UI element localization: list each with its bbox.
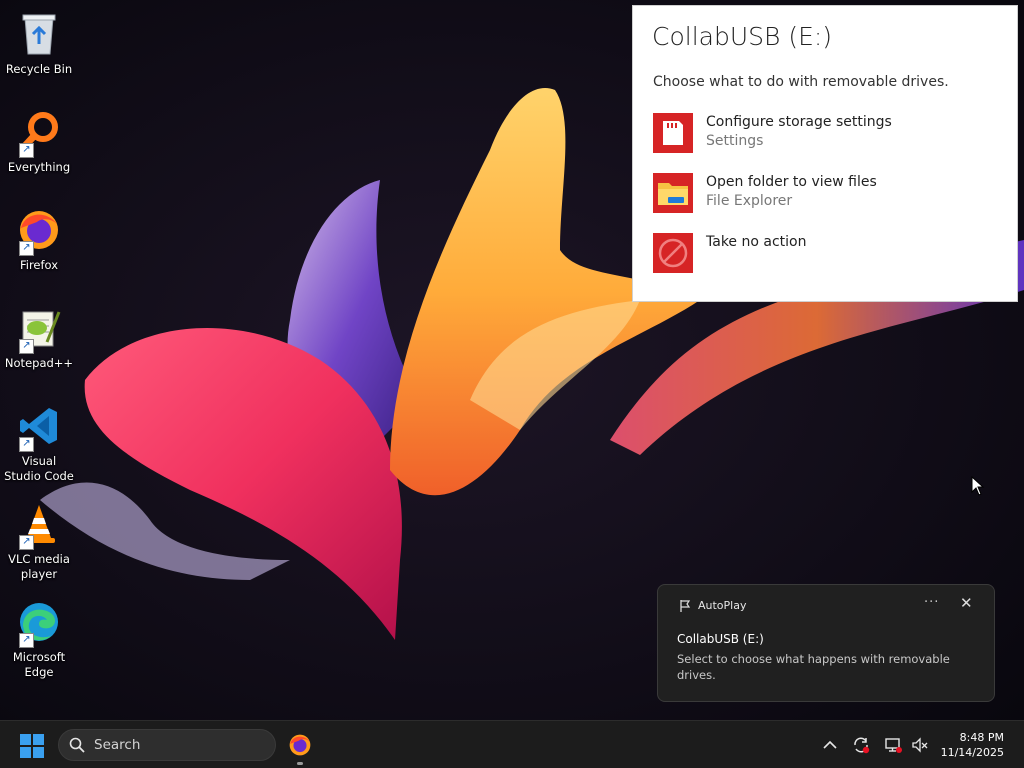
shortcut-arrow-icon: ↗ bbox=[19, 143, 34, 158]
edge-icon: ↗ bbox=[13, 596, 65, 648]
autoplay-flyout: CollabUSB (E:) Choose what to do with re… bbox=[632, 5, 1018, 302]
desktop-icon-label: Everything bbox=[7, 160, 71, 174]
flag-icon bbox=[680, 600, 691, 612]
desktop-icon-label: Recycle Bin bbox=[5, 62, 73, 76]
option-label: Configure storage settings bbox=[706, 114, 892, 130]
clock-date: 11/14/2025 bbox=[940, 746, 1004, 759]
vlc-cone-icon: ↗ bbox=[13, 498, 65, 550]
option-label: Open folder to view files bbox=[706, 174, 877, 190]
search-placeholder: Search bbox=[94, 737, 141, 753]
folder-icon bbox=[653, 173, 693, 213]
desktop-icon-vscode[interactable]: ↗ Visual Studio Code bbox=[4, 396, 74, 490]
toast-title: CollabUSB (E:) bbox=[677, 632, 764, 646]
toast-body: Select to choose what happens with remov… bbox=[677, 652, 950, 682]
sync-icon[interactable] bbox=[851, 735, 871, 755]
mouse-pointer-icon bbox=[971, 476, 985, 496]
desktop-icon-recycle-bin[interactable]: Recycle Bin bbox=[4, 4, 74, 98]
more-options-button[interactable]: ··· bbox=[924, 595, 939, 610]
everything-icon: ↗ bbox=[13, 106, 65, 158]
desktop-icon-label: VLC media player bbox=[8, 552, 70, 581]
desktop-icon-everything[interactable]: ↗ Everything bbox=[4, 102, 74, 196]
option-sublabel: File Explorer bbox=[706, 193, 793, 209]
volume-muted-icon[interactable] bbox=[910, 735, 930, 755]
desktop-icon-label: Firefox bbox=[19, 258, 59, 272]
taskbar-search-box[interactable]: Search bbox=[58, 729, 276, 761]
desktop-icon-label: Visual Studio Code bbox=[4, 454, 74, 483]
network-icon[interactable] bbox=[883, 735, 903, 755]
desktop-icon-label: Notepad++ bbox=[4, 356, 74, 370]
autoplay-toast[interactable]: AutoPlay ··· ✕ CollabUSB (E:) Select to … bbox=[657, 584, 995, 702]
notepad-plus-plus-icon: ↗ bbox=[13, 302, 65, 354]
taskbar-clock[interactable]: 8:48 PM 11/14/2025 bbox=[941, 730, 1004, 760]
desktop-icon-vlc[interactable]: ↗ VLC media player bbox=[4, 494, 74, 588]
recycle-bin-icon bbox=[13, 8, 65, 60]
search-icon bbox=[69, 737, 85, 753]
start-button[interactable] bbox=[20, 734, 44, 758]
taskbar-firefox-icon[interactable] bbox=[288, 733, 312, 757]
shortcut-arrow-icon: ↗ bbox=[19, 633, 34, 648]
option-open-folder[interactable]: Open folder to view files File Explorer bbox=[653, 173, 993, 219]
no-action-icon bbox=[653, 233, 693, 273]
toast-app-name: AutoPlay bbox=[698, 599, 747, 612]
shortcut-arrow-icon: ↗ bbox=[19, 339, 34, 354]
desktop-icon-edge[interactable]: ↗ Microsoft Edge bbox=[4, 592, 74, 686]
desktop-icon-notepad-plus-plus[interactable]: ↗ Notepad++ bbox=[4, 298, 74, 392]
option-configure-storage[interactable]: Configure storage settings Settings bbox=[653, 113, 993, 159]
firefox-icon: ↗ bbox=[13, 204, 65, 256]
option-sublabel: Settings bbox=[706, 133, 764, 149]
clock-time: 8:48 PM bbox=[959, 731, 1004, 744]
option-label: Take no action bbox=[706, 234, 807, 250]
sd-card-icon bbox=[653, 113, 693, 153]
option-take-no-action[interactable]: Take no action bbox=[653, 233, 993, 279]
flyout-title: CollabUSB (E:) bbox=[652, 22, 833, 51]
vscode-icon: ↗ bbox=[13, 400, 65, 452]
taskbar: Search 8:48 PM 11/14/2025 bbox=[0, 720, 1024, 768]
running-indicator bbox=[297, 762, 303, 765]
shortcut-arrow-icon: ↗ bbox=[19, 437, 34, 452]
shortcut-arrow-icon: ↗ bbox=[19, 241, 34, 256]
shortcut-arrow-icon: ↗ bbox=[19, 535, 34, 550]
close-button[interactable]: ✕ bbox=[960, 594, 973, 612]
desktop-icon-firefox[interactable]: ↗ Firefox bbox=[4, 200, 74, 294]
chevron-up-icon[interactable] bbox=[820, 735, 840, 755]
desktop-icon-label: Microsoft Edge bbox=[12, 650, 66, 679]
flyout-subtitle: Choose what to do with removable drives. bbox=[653, 74, 949, 90]
